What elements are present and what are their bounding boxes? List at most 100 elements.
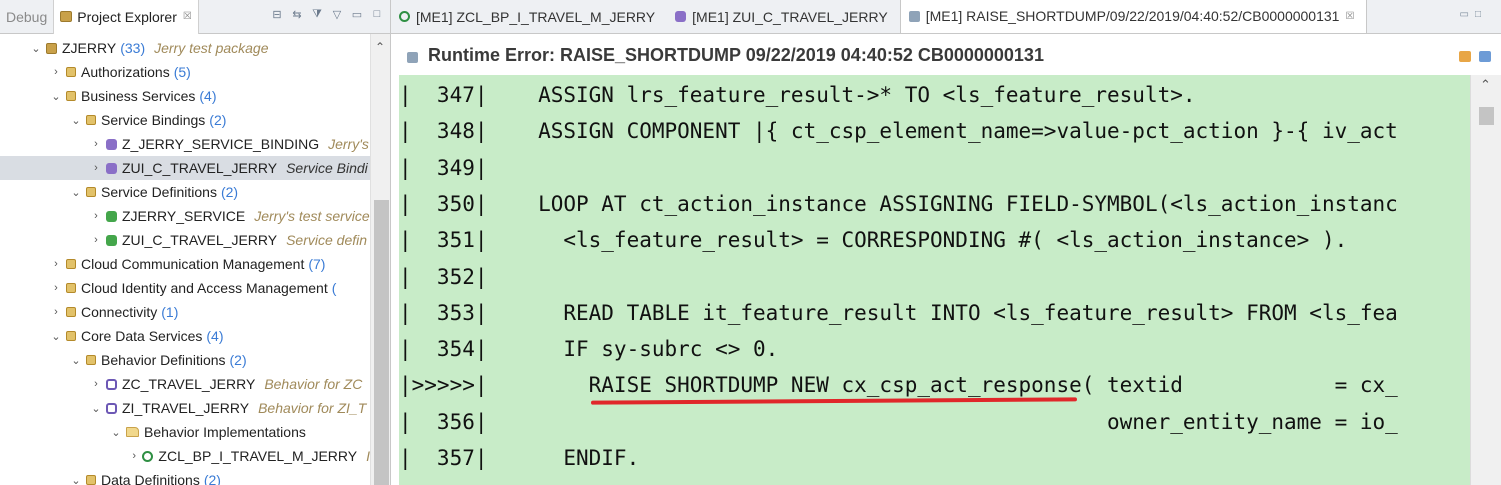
tree-item[interactable]: ⌄ Service Definitions (2) [0,180,370,204]
tree-item-description: Jerry test package [154,40,269,56]
code-line: | 350| LOOP AT ct_action_instance ASSIGN… [399,191,1398,216]
editor-tab-runtime-error[interactable]: [ME1] RAISE_SHORTDUMP/09/22/2019/04:40:5… [899,0,1368,33]
scrollbar-thumb[interactable] [374,200,389,485]
code-line: | 347| ASSIGN lrs_feature_result->* TO <… [399,83,1196,107]
tree-item-label: ZJERRY_SERVICE [122,208,246,224]
service-binding-icon [106,138,117,150]
maximize-icon[interactable]: □ [371,8,383,21]
editor-tab-label: [ME1] ZCL_BP_I_TRAVEL_M_JERRY [416,8,656,25]
tree-item[interactable]: ⌄ Behavior Definitions (2) [0,348,370,372]
tree-item-description: Behavior for ZC [264,376,363,392]
folder-package-icon [66,91,76,101]
code-line: | 348| ASSIGN COMPONENT |{ ct_csp_elemen… [399,119,1398,144]
tree-item[interactable]: ⌄ Service Bindings (2) [0,108,370,132]
tab-debug[interactable]: Debug [0,0,53,34]
folder-package-icon [86,187,96,197]
tree-item[interactable]: › ZJERRY_SERVICE Jerry's test service [0,204,370,228]
tree-item[interactable]: › Cloud Identity and Access Management( [0,276,370,300]
close-icon[interactable]: ☒ [183,11,192,22]
chevron-down-icon[interactable]: ⌄ [70,186,82,199]
tree-item[interactable]: › Authorizations (5) [0,60,370,84]
tree-item[interactable]: ⌄ Behavior Implementations [0,420,370,444]
tree-item[interactable]: › Z_JERRY_SERVICE_BINDING Jerry's [0,132,370,156]
tree-item-label: Data Definitions [101,472,200,485]
chevron-down-icon[interactable]: ⌄ [90,402,102,415]
tree-item-description: Service Bindi [286,160,368,176]
code-line: | 356| owner_entity_name = io_ [399,409,1398,434]
editor-scrollbar[interactable]: ⌃ [1470,75,1501,485]
close-icon[interactable]: ☒ [1345,11,1354,22]
minimize-icon[interactable]: ▭ [1460,9,1475,20]
tree-item[interactable]: › ZUI_C_TRAVEL_JERRY Service Bindi [0,156,370,180]
chevron-right-icon[interactable]: › [50,66,62,78]
filter-icon[interactable]: ⧩ [311,8,323,21]
chevron-right-icon[interactable]: › [90,234,102,246]
scroll-up-icon[interactable]: ⌃ [1480,77,1491,93]
tree-item-label: Cloud Communication Management [81,256,305,272]
tree-scrollbar[interactable]: ⌃ [370,34,390,485]
maximize-icon[interactable]: □ [1475,9,1487,20]
minimize-icon[interactable]: ▭ [351,8,363,21]
code-line: | 354| IF sy-subrc <> 0. [399,337,779,362]
tree-item-description: Jerry's [328,136,369,152]
tree-item[interactable]: › ZC_TRAVEL_JERRY Behavior for ZC [0,372,370,396]
tree-item[interactable]: ⌄ ZI_TRAVEL_JERRY Behavior for ZI_T [0,396,370,420]
scrollbar-thumb[interactable] [1479,107,1494,125]
export-icon[interactable] [1459,51,1471,62]
chevron-down-icon[interactable]: ⌄ [50,90,62,103]
editor-tab-class[interactable]: [ME1] ZCL_BP_I_TRAVEL_M_JERRY [391,0,667,33]
tree-item[interactable]: ⌄ Core Data Services (4) [0,324,370,348]
open-folder-icon [126,427,139,437]
chevron-right-icon[interactable]: › [50,306,62,318]
tree-item[interactable]: ⌄ Business Services (4) [0,84,370,108]
editor-tab-bar: [ME1] ZCL_BP_I_TRAVEL_M_JERRY [ME1] ZUI_… [391,0,1501,34]
chevron-down-icon[interactable]: ⌄ [70,474,82,485]
chevron-right-icon[interactable]: › [50,258,62,270]
tree-item-label: ZI_TRAVEL_JERRY [122,400,250,416]
chevron-right-icon[interactable]: › [90,138,102,150]
folder-package-icon [66,331,76,341]
tree-item[interactable]: › Connectivity (1) [0,300,370,324]
tree-item-count: (2) [229,352,247,368]
shortdump-source-code: | 347| ASSIGN lrs_feature_result->* TO <… [399,75,1470,485]
tree-item-description: Jerry's test service [254,208,370,224]
editor-tab-service-binding[interactable]: [ME1] ZUI_C_TRAVEL_JERRY [667,0,900,33]
code-line: |>>>>>| RAISE SHORTDUMP NEW cx_csp_act_r… [399,373,1398,398]
view-menu-icon[interactable]: ▽ [331,8,343,21]
tree-item[interactable]: › ZUI_C_TRAVEL_JERRY Service defin [0,228,370,252]
project-explorer-pane: Debug Project Explorer ☒ ⊟ ⇆ ⧩ ▽ ▭ □ ⌄ ZJ… [0,0,391,485]
tree-item-label: ZJERRY [62,40,117,56]
link-with-editor-icon[interactable]: ⇆ [291,8,303,21]
code-line: | 357| ENDIF. [399,446,640,470]
link-icon[interactable] [1479,51,1491,62]
scroll-up-icon[interactable]: ⌃ [375,40,385,54]
chevron-down-icon[interactable]: ⌄ [110,426,122,439]
tree-item-count: (1) [161,304,179,320]
tab-project-explorer[interactable]: Project Explorer ☒ [53,0,199,34]
chevron-down-icon[interactable]: ⌄ [70,114,82,127]
collapse-all-icon[interactable]: ⊟ [271,8,283,21]
runtime-error-header: Runtime Error: RAISE_SHORTDUMP 09/22/201… [391,35,1501,75]
tab-debug-label: Debug [6,8,48,25]
tree-item-count: (4) [206,328,224,344]
tree-item-label: ZUI_C_TRAVEL_JERRY [122,232,278,248]
abap-class-icon [399,11,410,22]
tree-item-label: Behavior Implementations [144,424,306,440]
tree-item[interactable]: › Cloud Communication Management (7) [0,252,370,276]
chevron-right-icon[interactable]: › [130,450,138,462]
chevron-right-icon[interactable]: › [90,210,102,222]
chevron-right-icon[interactable]: › [90,162,102,174]
tree-item[interactable]: › ZCL_BP_I_TRAVEL_M_JERRY I [0,444,370,468]
chevron-right-icon[interactable]: › [90,378,102,390]
chevron-right-icon[interactable]: › [50,282,62,294]
tree-item[interactable]: ⌄ ZJERRY (33) Jerry test package [0,36,370,60]
tree-item-label: ZC_TRAVEL_JERRY [122,376,256,392]
chevron-down-icon[interactable]: ⌄ [70,354,82,367]
editor-tab-label: [ME1] RAISE_SHORTDUMP/09/22/2019/04:40:5… [925,8,1340,24]
tree-item-label: Cloud Identity and Access Management [81,280,328,296]
tree-item-description: Service defin [286,232,368,248]
chevron-down-icon[interactable]: ⌄ [50,330,62,343]
tree-item[interactable]: ⌄ Data Definitions (2) [0,468,370,485]
code-line: | 353| READ TABLE it_feature_result INTO… [399,300,1398,325]
chevron-down-icon[interactable]: ⌄ [30,42,42,55]
